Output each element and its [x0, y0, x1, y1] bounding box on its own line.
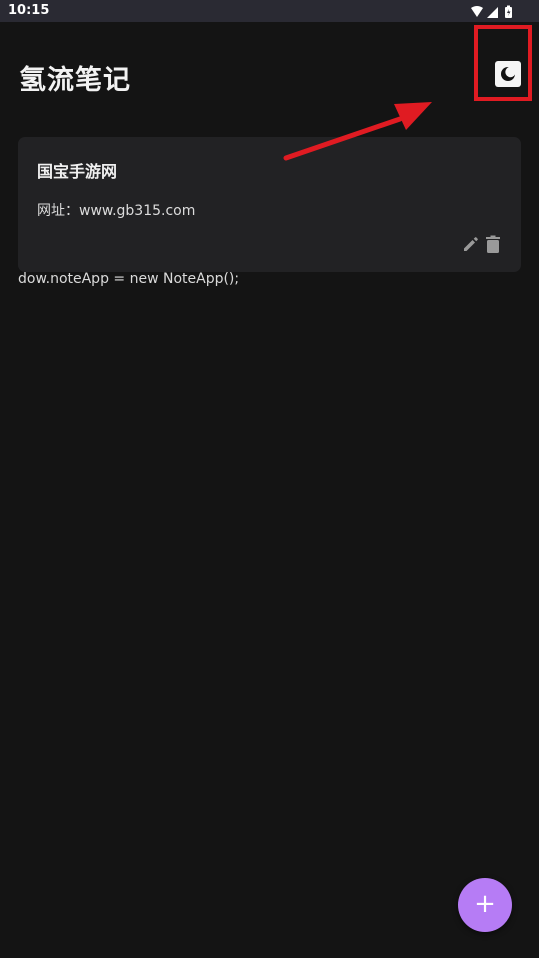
status-bar: 10:15	[0, 0, 539, 22]
edit-button[interactable]	[461, 234, 481, 254]
note-title: 国宝手游网	[37, 162, 118, 181]
app-title: 氢流笔记	[19, 65, 131, 96]
delete-button[interactable]	[484, 234, 502, 254]
delete-icon	[486, 235, 500, 253]
add-icon: +	[474, 889, 496, 919]
wifi-icon	[471, 6, 483, 17]
edit-icon	[464, 237, 478, 251]
status-icons	[469, 4, 517, 18]
battery-icon	[505, 5, 512, 18]
screen: 10:15 氢流笔记 国宝手游网 网址：www.gb315.com dow.no…	[0, 0, 539, 958]
note-card[interactable]: 国宝手游网 网址：www.gb315.com	[18, 137, 521, 272]
status-time: 10:15	[8, 3, 50, 18]
add-note-button[interactable]: +	[458, 878, 512, 932]
stray-code-text: dow.noteApp = new NoteApp();	[18, 271, 240, 287]
annotation-highlight-box	[474, 25, 532, 101]
signal-icon	[487, 7, 498, 18]
note-body: 网址：www.gb315.com	[37, 203, 196, 219]
